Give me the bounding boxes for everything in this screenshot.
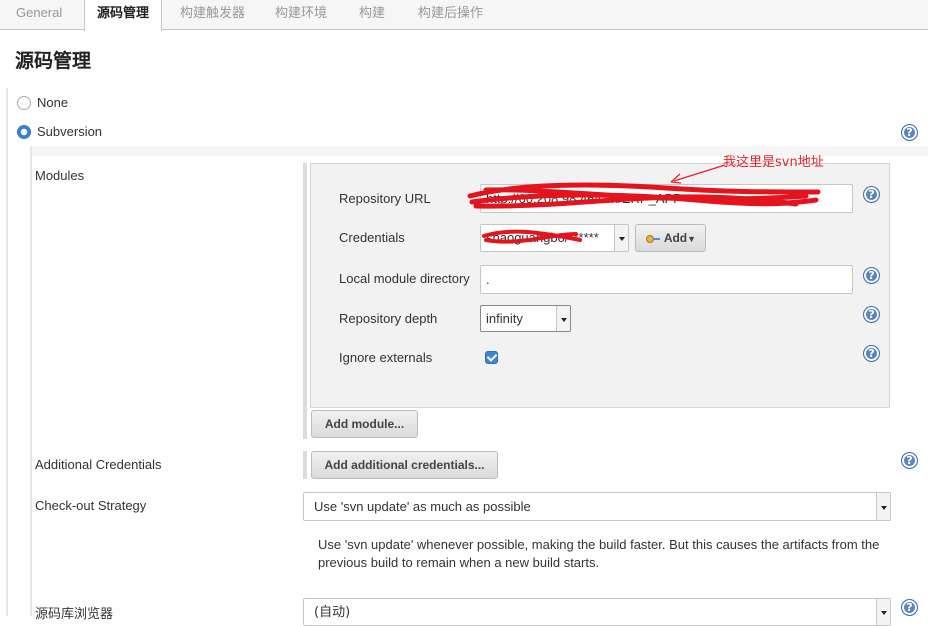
checkout-strategy-select[interactable]: Use 'svn update' as much as possible: [303, 492, 891, 521]
section-border: [6, 88, 8, 616]
repository-depth-value: infinity: [486, 311, 523, 326]
subversion-help-icon[interactable]: [901, 124, 918, 141]
scm-subversion-label: Subversion: [37, 124, 103, 139]
tab-build-environment[interactable]: 构建环境: [263, 0, 339, 30]
repository-url-label: Repository URL: [339, 191, 431, 206]
repository-browser-value: (自动): [314, 605, 351, 620]
repository-browser-select[interactable]: (自动): [303, 598, 891, 626]
additional-credentials-help-icon[interactable]: [901, 452, 918, 469]
repository-browser-help-icon[interactable]: [901, 599, 918, 616]
repository-depth-label: Repository depth: [339, 311, 438, 326]
tab-post-build-actions[interactable]: 构建后操作: [406, 0, 495, 30]
redaction-scribble-url: [467, 182, 821, 209]
checkout-strategy-value: Use 'svn update' as much as possible: [314, 499, 531, 514]
additional-credentials-label: Additional Credentials: [35, 457, 162, 472]
scm-none-label: None: [37, 95, 69, 110]
red-annotation: 我这里是svn地址: [723, 155, 824, 170]
subversion-config-border: [30, 146, 32, 616]
tab-bar: General 源码管理 构建触发器 构建环境 构建 构建后操作: [0, 0, 928, 31]
additional-credentials-bar: [303, 451, 307, 479]
checkout-strategy-label: Check-out Strategy: [35, 498, 147, 513]
chevron-down-icon: [876, 599, 890, 625]
redaction-scribble-credentials: [482, 229, 582, 244]
dropdown-caret-icon: ▼: [687, 234, 697, 244]
tab-build-triggers[interactable]: 构建触发器: [168, 0, 257, 30]
add-additional-credentials-button[interactable]: Add additional credentials...: [311, 451, 498, 479]
scm-subversion-radio[interactable]: [17, 125, 31, 139]
repository-url-help-icon[interactable]: [863, 186, 880, 203]
local-module-directory-input[interactable]: .: [480, 265, 853, 294]
chevron-down-icon: [614, 225, 628, 251]
modules-bar: [303, 163, 307, 439]
add-credentials-button[interactable]: Add▼: [635, 224, 706, 252]
tab-source-code-management[interactable]: 源码管理: [84, 0, 163, 31]
modules-label: Modules: [35, 168, 85, 183]
section-title: 源码管理: [15, 50, 92, 72]
local-module-directory-help-icon[interactable]: [863, 267, 880, 284]
local-module-directory-label: Local module directory: [339, 271, 470, 286]
chevron-down-icon: [876, 493, 890, 520]
key-icon: [645, 235, 660, 243]
add-credentials-label: Add: [663, 231, 688, 245]
tab-build[interactable]: 构建: [347, 0, 397, 30]
chevron-down-icon: [556, 306, 570, 331]
ignore-externals-help-icon[interactable]: [863, 345, 880, 362]
scm-none-radio[interactable]: [17, 96, 31, 110]
checkout-strategy-description: Use 'svn update' whenever possible, maki…: [318, 537, 880, 570]
repository-depth-select[interactable]: infinity: [480, 305, 571, 332]
ignore-externals-checkbox[interactable]: [485, 351, 498, 364]
repository-depth-help-icon[interactable]: [863, 306, 880, 323]
credentials-label: Credentials: [339, 230, 405, 245]
repository-browser-label: 源码库浏览器: [35, 607, 114, 622]
add-module-button[interactable]: Add module...: [311, 410, 418, 438]
ignore-externals-label: Ignore externals: [339, 350, 433, 365]
tab-general[interactable]: General: [4, 0, 74, 30]
